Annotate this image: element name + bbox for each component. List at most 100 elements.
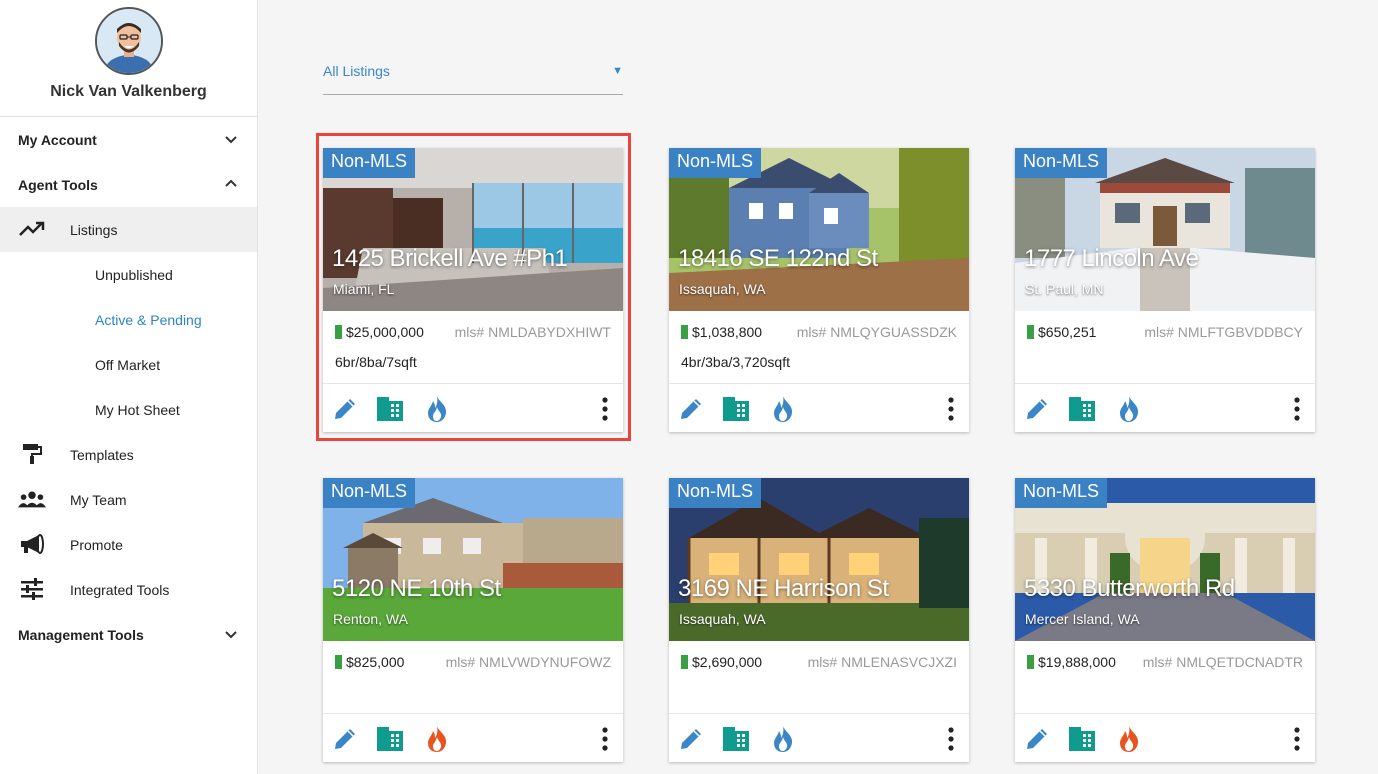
nav-agent-tools[interactable]: Agent Tools (0, 162, 257, 207)
price-row: $650,251 mls# NMLFTGBVDDBCY (1027, 324, 1303, 344)
nav-my-team[interactable]: My Team (0, 477, 257, 522)
listing-price: $825,000 (346, 654, 405, 670)
more-options-button[interactable] (590, 724, 620, 754)
nav-my-account-label: My Account (18, 131, 97, 148)
edit-button[interactable] (676, 724, 706, 754)
listing-address: 5330 Butterworth Rd (1024, 575, 1235, 602)
profile-name: Nick Van Valkenberg (50, 83, 207, 100)
pencil-icon (1027, 399, 1047, 419)
edit-button[interactable] (676, 394, 706, 424)
flyer-button[interactable] (721, 724, 751, 754)
listing-photo[interactable]: Non-MLS 1777 Lincoln Ave St. Paul, MN (1015, 148, 1315, 311)
listing-mls: mls# NMLQYGUASSDZK (796, 324, 957, 340)
non-mls-badge: Non-MLS (1015, 148, 1108, 178)
listing-card[interactable]: Non-MLS 18416 SE 122nd St Issaquah, WA $… (669, 148, 969, 432)
paint-roller-icon (18, 443, 46, 465)
nav-unpublished[interactable]: Unpublished (0, 252, 257, 297)
trending-up-icon (18, 218, 46, 240)
nav-promote-label: Promote (70, 536, 123, 553)
listing-photo[interactable]: Non-MLS 18416 SE 122nd St Issaquah, WA (669, 148, 969, 311)
nav-integrated-tools[interactable]: Integrated Tools (0, 567, 257, 612)
flyer-button[interactable] (375, 724, 405, 754)
non-mls-badge: Non-MLS (323, 478, 416, 508)
card-actions (669, 714, 969, 762)
pencil-icon (335, 729, 355, 749)
listing-photo[interactable]: Non-MLS 5120 NE 10th St Renton, WA (323, 478, 623, 641)
flyer-button[interactable] (721, 394, 751, 424)
more-options-button[interactable] (936, 394, 966, 424)
hot-sheet-button[interactable] (1114, 394, 1144, 424)
hot-sheet-button[interactable] (422, 724, 452, 754)
listing-card[interactable]: Non-MLS 1777 Lincoln Ave St. Paul, MN $6… (1015, 148, 1315, 432)
flyer-icon (723, 727, 749, 751)
card-actions (1015, 384, 1315, 432)
nav-management-tools[interactable]: Management Tools (0, 612, 257, 657)
listing-city: Issaquah, WA (679, 611, 766, 627)
more-vertical-icon (948, 727, 954, 751)
listing-photo[interactable]: Non-MLS 5330 Butterworth Rd Mercer Islan… (1015, 478, 1315, 641)
more-options-button[interactable] (1282, 724, 1312, 754)
status-marker (1027, 325, 1034, 339)
nav-off-market[interactable]: Off Market (0, 342, 257, 387)
non-mls-badge: Non-MLS (669, 148, 762, 178)
nav-unpublished-label: Unpublished (95, 266, 173, 283)
listing-card[interactable]: Non-MLS 5330 Butterworth Rd Mercer Islan… (1015, 478, 1315, 762)
nav-my-hot-sheet-label: My Hot Sheet (95, 401, 180, 418)
edit-button[interactable] (1022, 724, 1052, 754)
flyer-button[interactable] (1067, 724, 1097, 754)
more-options-button[interactable] (936, 724, 966, 754)
chevron-down-icon (225, 631, 237, 639)
nav-integrated-tools-label: Integrated Tools (70, 581, 170, 598)
listing-card[interactable]: Non-MLS 3169 NE Harrison St Issaquah, WA… (669, 478, 969, 762)
nav-management-tools-label: Management Tools (18, 626, 144, 643)
chevron-down-icon (225, 136, 237, 144)
nav-active-pending-label: Active & Pending (95, 311, 202, 328)
flyer-icon (377, 727, 403, 751)
flame-icon (428, 726, 447, 752)
card-actions (323, 714, 623, 762)
sidebar: Nick Van Valkenberg My Account Agent Too… (0, 0, 258, 774)
non-mls-badge: Non-MLS (669, 478, 762, 508)
listing-mls: mls# NMLFTGBVDDBCY (1144, 324, 1303, 340)
status-marker (681, 655, 688, 669)
flyer-icon (1069, 397, 1095, 421)
listing-card[interactable]: Non-MLS 5120 NE 10th St Renton, WA $825,… (323, 478, 623, 762)
hot-sheet-button[interactable] (1114, 724, 1144, 754)
flyer-button[interactable] (1067, 394, 1097, 424)
price-row: $1,038,800 mls# NMLQYGUASSDZK (681, 324, 957, 344)
pencil-icon (681, 399, 701, 419)
price-row: $825,000 mls# NMLVWDYNUFOWZ (335, 654, 611, 674)
pencil-icon (1027, 729, 1047, 749)
hot-sheet-button[interactable] (768, 394, 798, 424)
edit-button[interactable] (1022, 394, 1052, 424)
nav-my-hot-sheet[interactable]: My Hot Sheet (0, 387, 257, 432)
nav-listings[interactable]: Listings (0, 207, 257, 252)
more-options-button[interactable] (1282, 394, 1312, 424)
nav-active-pending[interactable]: Active & Pending (0, 297, 257, 342)
dropdown-arrow-icon: ▼ (612, 65, 623, 77)
avatar[interactable] (95, 7, 163, 75)
listing-city: Renton, WA (333, 611, 408, 627)
selected-card-outline (316, 133, 631, 441)
flame-icon (774, 726, 793, 752)
status-marker (681, 325, 688, 339)
nav-promote[interactable]: Promote (0, 522, 257, 567)
status-marker (1027, 655, 1034, 669)
listing-photo[interactable]: Non-MLS 3169 NE Harrison St Issaquah, WA (669, 478, 969, 641)
profile-section: Nick Van Valkenberg (0, 0, 257, 117)
more-vertical-icon (1294, 727, 1300, 751)
more-vertical-icon (602, 727, 608, 751)
nav-listings-label: Listings (70, 221, 118, 238)
listing-price: $19,888,000 (1038, 654, 1116, 670)
nav-my-account[interactable]: My Account (0, 117, 257, 162)
flame-icon (1120, 396, 1139, 422)
card-actions (669, 384, 969, 432)
hot-sheet-button[interactable] (768, 724, 798, 754)
listing-price: $650,251 (1038, 324, 1097, 340)
nav-agent-tools-label: Agent Tools (18, 176, 98, 193)
listing-mls: mls# NMLENASVCJXZI (807, 654, 957, 670)
nav-templates[interactable]: Templates (0, 432, 257, 477)
card-actions (1015, 714, 1315, 762)
edit-button[interactable] (330, 724, 360, 754)
listings-filter-select[interactable]: All Listings ▼ (323, 55, 623, 95)
